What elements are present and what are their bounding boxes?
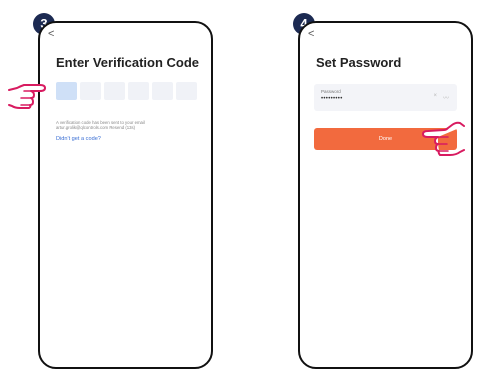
page-title: Set Password	[316, 55, 402, 70]
code-digit-5[interactable]	[152, 82, 173, 100]
password-value: •••••••••	[321, 96, 343, 102]
page-title: Enter Verification Code	[56, 55, 200, 70]
password-label: Password	[321, 89, 341, 94]
eye-icon[interactable]: 〰	[443, 93, 449, 102]
code-digit-2[interactable]	[80, 82, 101, 100]
verification-info: A verification code has been sent to you…	[56, 120, 145, 131]
code-digit-3[interactable]	[104, 82, 125, 100]
resend-code-link[interactable]: Didn't get a code?	[56, 136, 101, 142]
clear-icon[interactable]: ×	[433, 93, 437, 99]
pointing-hand-icon	[422, 121, 465, 156]
back-icon[interactable]: <	[308, 29, 314, 40]
code-digit-6[interactable]	[176, 82, 197, 100]
phone-verification-screen: < Enter Verification Code A verification…	[38, 21, 213, 369]
info-line-2: artur.grolik@qlcontrols.com Resend (13s)	[56, 125, 136, 131]
verification-code-input[interactable]	[56, 82, 197, 100]
code-digit-4[interactable]	[128, 82, 149, 100]
pointing-hand-icon	[8, 84, 46, 109]
phone-set-password-screen: < Set Password Password ••••••••• × 〰 Do…	[298, 21, 473, 369]
password-field[interactable]: Password ••••••••• × 〰	[314, 84, 457, 111]
back-icon[interactable]: <	[48, 29, 54, 40]
code-digit-1[interactable]	[56, 82, 77, 100]
